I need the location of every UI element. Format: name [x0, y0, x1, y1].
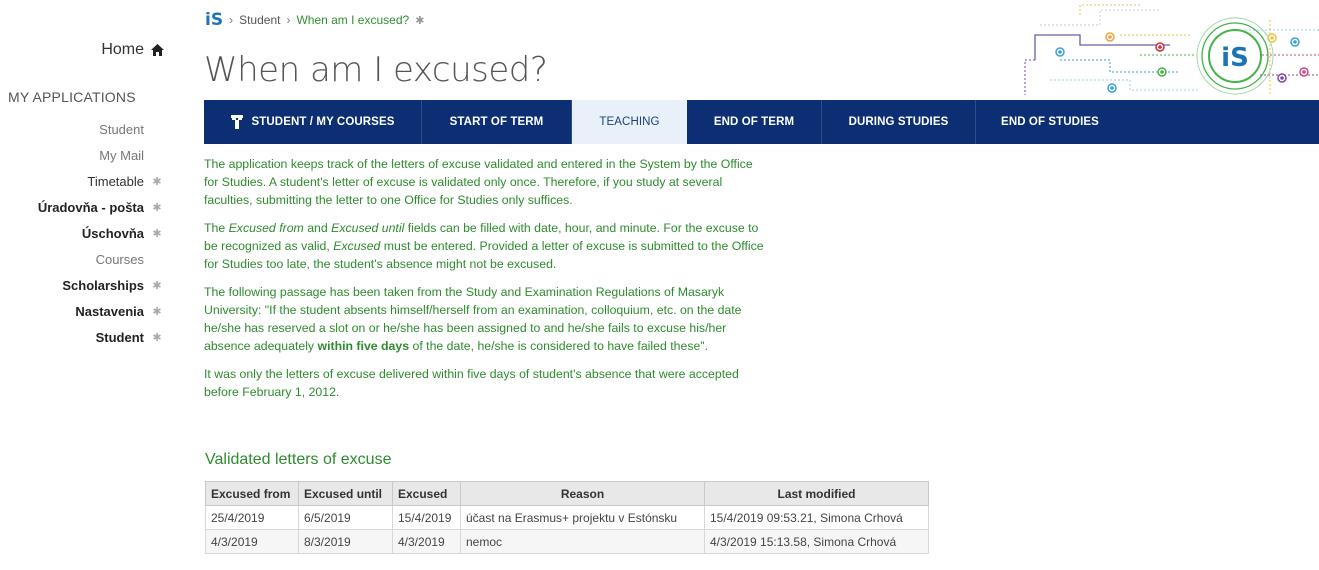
tab-end-of-studies[interactable]: END OF STUDIES	[976, 100, 1124, 144]
my-applications-heading: MY APPLICATIONS	[8, 89, 136, 105]
table-cell: 15/4/2019 09:53.21, Simona Crhová	[704, 505, 929, 530]
table-row: 4/3/2019 8/3/2019 4/3/2019 nemoc 4/3/201…	[205, 529, 929, 554]
regulations-paragraph: The following passage has been taken fro…	[204, 283, 764, 355]
pin-icon[interactable]: ✱	[148, 276, 166, 296]
sidebar-item-label[interactable]: Student	[96, 328, 144, 348]
pin-icon[interactable]: ✱	[415, 14, 424, 27]
sidebar: Home MY APPLICATIONS Student My Mail Tim…	[0, 0, 172, 570]
table-cell: nemoc	[460, 529, 705, 554]
home-icon	[151, 44, 164, 56]
page-title: When am I excused?	[204, 50, 548, 90]
column-header-excused: Excused	[392, 481, 461, 506]
pillar-icon	[230, 115, 243, 129]
text-bold: within five days	[317, 339, 410, 353]
is-circuit-logo-icon: iS	[1024, 4, 1319, 95]
text-span: of the date, he/she is considered to hav…	[409, 339, 709, 353]
column-header-excused-until: Excused until	[298, 481, 393, 506]
pin-icon[interactable]: ✱	[148, 224, 166, 244]
sidebar-item-label[interactable]: My Mail	[99, 146, 144, 166]
intro-paragraph: The application keeps track of the lette…	[204, 157, 753, 207]
breadcrumb-separator-icon: ›	[286, 13, 291, 27]
table-cell: 4/3/2019	[205, 529, 299, 554]
content-text: The application keeps track of the lette…	[204, 155, 764, 411]
sidebar-item-label[interactable]: Úradovňa - pošta	[38, 198, 144, 218]
tab-label[interactable]: TEACHING	[599, 116, 659, 128]
text-span: and	[303, 221, 332, 235]
text-span: The	[204, 221, 229, 235]
tab-teaching[interactable]: TEACHING	[572, 100, 687, 144]
breadcrumb-separator-icon: ›	[229, 13, 234, 27]
breadcrumb-item-student[interactable]: Student	[239, 13, 280, 27]
table-cell: 6/5/2019	[298, 505, 393, 530]
table-cell: 15/4/2019	[392, 505, 461, 530]
text-emphasis: Excused until	[331, 221, 405, 235]
sidebar-item-student-pinned[interactable]: Student ✱	[0, 327, 166, 353]
text-emphasis: Excused from	[228, 221, 304, 235]
pin-icon[interactable]: ✱	[148, 172, 166, 192]
table-cell: účast na Erasmus+ projektu v Estónsku	[460, 505, 705, 530]
main-tab-bar: STUDENT / MY COURSES START OF TERM TEACH…	[204, 100, 1319, 144]
tab-label[interactable]: DURING STUDIES	[849, 116, 949, 128]
sidebar-item-label[interactable]: Courses	[96, 250, 144, 270]
tab-label[interactable]: END OF STUDIES	[1001, 116, 1099, 128]
pin-icon[interactable]: ✱	[148, 302, 166, 322]
sidebar-item-courses[interactable]: Courses	[0, 249, 166, 275]
sidebar-item-student[interactable]: Student	[0, 119, 166, 145]
table-cell: 4/3/2019 15:13.58, Simona Crhová	[704, 529, 929, 554]
table-cell: 4/3/2019	[392, 529, 461, 554]
home-label[interactable]: Home	[101, 41, 144, 59]
tab-student-my-courses[interactable]: STUDENT / MY COURSES	[204, 100, 422, 144]
sidebar-item-label[interactable]: Nastavenia	[75, 302, 144, 322]
history-paragraph: It was only the letters of excuse delive…	[204, 367, 739, 399]
pin-icon[interactable]: ✱	[148, 198, 166, 218]
tab-label[interactable]: STUDENT / MY COURSES	[252, 116, 395, 128]
tab-label[interactable]: END OF TERM	[714, 116, 794, 128]
column-header-excused-from: Excused from	[205, 481, 299, 506]
sidebar-item-label[interactable]: Úschovňa	[82, 224, 144, 244]
table-row: 25/4/2019 6/5/2019 15/4/2019 účast na Er…	[205, 505, 929, 530]
column-header-reason: Reason	[460, 481, 705, 506]
tab-start-of-term[interactable]: START OF TERM	[422, 100, 572, 144]
sidebar-item-scholarships[interactable]: Scholarships ✱	[0, 275, 166, 301]
applications-list: Student My Mail Timetable ✱ Úradovňa - po…	[0, 119, 166, 353]
sidebar-item-label[interactable]: Student	[99, 120, 144, 140]
table-cell: 25/4/2019	[205, 505, 299, 530]
sidebar-item-label[interactable]: Timetable	[87, 172, 144, 192]
tab-end-of-term[interactable]: END OF TERM	[687, 100, 822, 144]
sidebar-item-uradovna-posta[interactable]: Úradovňa - pošta ✱	[0, 197, 166, 223]
breadcrumb: iS › Student › When am I excused? ✱	[205, 10, 424, 30]
column-header-last-modified: Last modified	[704, 481, 929, 506]
sidebar-item-timetable[interactable]: Timetable ✱	[0, 171, 166, 197]
fields-paragraph: The Excused from and Excused until field…	[204, 219, 764, 273]
tab-during-studies[interactable]: DURING STUDIES	[822, 100, 976, 144]
table-header-row: Excused from Excused until Excused Reaso…	[205, 481, 929, 506]
tab-label[interactable]: START OF TERM	[450, 116, 544, 128]
sidebar-item-nastavenia[interactable]: Nastavenia ✱	[0, 301, 166, 327]
excuse-table: Excused from Excused until Excused Reaso…	[205, 481, 929, 554]
sidebar-item-uschovna[interactable]: Úschovňa ✱	[0, 223, 166, 249]
home-link[interactable]: Home	[101, 41, 164, 59]
is-logo-icon[interactable]: iS	[205, 10, 223, 30]
sidebar-item-label[interactable]: Scholarships	[62, 276, 144, 296]
table-heading: Validated letters of excuse	[205, 451, 392, 468]
svg-text:iS: iS	[1221, 43, 1249, 73]
pin-icon[interactable]: ✱	[148, 328, 166, 348]
sidebar-item-my-mail[interactable]: My Mail	[0, 145, 166, 171]
table-cell: 8/3/2019	[298, 529, 393, 554]
text-emphasis: Excused	[333, 239, 381, 253]
breadcrumb-current[interactable]: When am I excused?	[296, 13, 409, 27]
